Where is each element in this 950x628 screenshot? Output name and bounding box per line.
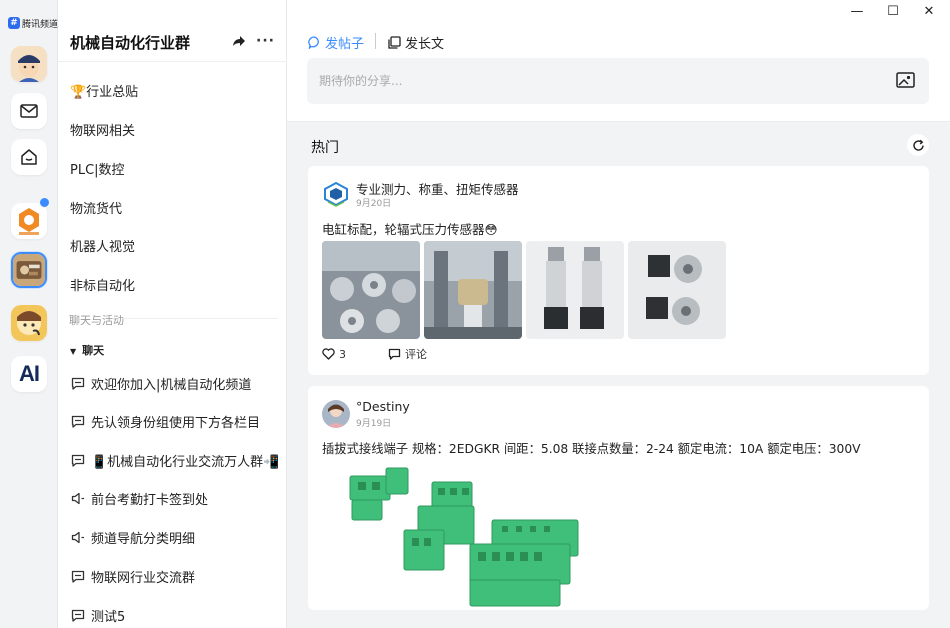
composer-input-box[interactable] [307,58,929,104]
heart-icon [322,348,335,360]
post-date: 9月19日 [356,419,392,429]
unread-dot [39,197,50,208]
section-label: 聊天与活动 [69,314,124,327]
close-icon[interactable]: ✕ [922,5,936,19]
guild-orange-icon [11,203,47,239]
post-card[interactable]: 专业测力、称重、扭矩传感器 9月20日 电缸标配，轮辐式压力传感器😳 3 评论 [308,166,929,375]
chat-label: 前台考勤打卡签到处 [91,493,209,508]
sidebar-chat-item[interactable]: 先认领身份组使用下方各栏目 [71,412,260,431]
post-date: 9月20日 [356,199,392,209]
post-composer: — ☐ ✕ 发帖子 发长文 [287,0,950,122]
caret-down-icon: ▼ [70,347,77,356]
sidebar-chat-item[interactable]: 物联网行业交流群 [71,567,195,586]
chat-icon [71,377,85,390]
guild-ai[interactable]: AI [11,356,47,392]
sidebar-chat-item[interactable]: 📱机械自动化行业交流万人群📲 [71,451,279,470]
guild-game-icon [11,305,47,341]
chat-label: 测试5 [91,610,126,625]
tab-divider [375,33,376,49]
post-image[interactable] [322,460,582,610]
sidebar-chat-item[interactable]: 频道导航分类明细 [71,528,195,547]
chat-group-toggle[interactable]: ▼ 聊天 [70,342,104,358]
post-bubble-icon [308,36,319,49]
chat-group-label: 聊天 [82,344,105,357]
guild-orange[interactable] [11,203,47,239]
sidebar-item-nonstandard[interactable]: 非标自动化 [70,275,135,294]
post-image[interactable] [322,241,420,339]
home-button[interactable] [11,139,47,175]
window-controls: — ☐ ✕ [850,5,936,19]
image-upload-icon[interactable] [896,72,915,88]
chat-icon [71,609,85,622]
share-icon[interactable] [232,35,246,47]
mail-button[interactable] [11,93,47,129]
like-count: 3 [339,347,346,361]
speaker-icon [71,531,84,544]
app-brand: # 腾讯频道 [8,16,58,30]
author-avatar[interactable] [322,400,350,428]
post-actions: 3 评论 [322,346,427,362]
tab-post[interactable]: 发帖子 [308,33,364,52]
sidebar-item-vision[interactable]: 机器人视觉 [70,236,135,255]
sidebar-item-plc[interactable]: PLC|数控 [70,159,125,178]
sidebar-chat-item[interactable]: 测试5 [71,606,125,625]
comment-icon [388,348,401,360]
hot-section-title: 热门 [311,140,339,156]
comment-button[interactable]: 评论 [388,346,427,362]
post-card[interactable]: °Destiny 9月19日 插拔式接线端子 规格：2EDGKR 间距：5.08… [308,386,929,610]
sidebar-header: 机械自动化行业群 ··· [58,0,287,62]
home-icon [21,149,37,165]
chat-icon [71,454,85,467]
post-author[interactable]: °Destiny [356,399,410,414]
chat-icon [71,570,85,583]
main-panel: — ☐ ✕ 发帖子 发长文 热门 专业测力、称重、扭矩传感器 9月20日 电缸标… [287,0,950,628]
sidebar-chat-item[interactable]: 前台考勤打卡签到处 [71,489,208,508]
user-avatar[interactable] [11,46,47,82]
guild-title: 机械自动化行业群 [70,34,191,52]
more-icon[interactable]: ··· [256,33,275,49]
tab-article[interactable]: 发长文 [388,33,444,52]
brand-name: 腾讯频道 [22,19,59,30]
post-image[interactable] [628,241,726,339]
refresh-button[interactable] [907,134,929,156]
channel-sidebar: 机械自动化行业群 ··· 🏆行业总贴 物联网相关 PLC|数控 物流货代 机器人… [58,0,287,628]
author-avatar[interactable] [322,180,350,208]
post-text: 插拔式接线端子 规格：2EDGKR 间距：5.08 联接点数量：2-24 额定电… [322,442,861,456]
chat-label: 先认领身份组使用下方各栏目 [91,416,261,431]
chat-label: 物联网行业交流群 [91,571,196,586]
tab-post-label: 发帖子 [325,37,365,52]
tab-article-label: 发长文 [405,37,445,52]
chat-label: 📱机械自动化行业交流万人群📲 [91,455,280,470]
article-icon [388,36,401,49]
brand-logo-icon: # [8,17,20,29]
chat-label: 欢迎你加入|机械自动化频道 [91,378,252,393]
comment-label: 评论 [405,348,427,361]
refresh-icon [912,139,924,151]
sidebar-item-iot[interactable]: 物联网相关 [70,120,135,139]
post-input[interactable] [307,58,867,104]
app-rail: # 腾讯频道 AI [0,0,58,628]
minimize-icon[interactable]: — [850,5,864,19]
guild-machine[interactable] [11,252,47,288]
guild-game[interactable] [11,305,47,341]
guild-machine-icon [13,254,45,286]
speaker-icon [71,492,84,505]
mail-icon [20,104,38,118]
maximize-icon[interactable]: ☐ [886,5,900,19]
chat-label: 频道导航分类明细 [91,532,196,547]
guild-ai-label: AI [19,361,40,386]
sidebar-item-logistics[interactable]: 物流货代 [70,198,122,217]
sidebar-chat-item[interactable]: 欢迎你加入|机械自动化频道 [71,374,251,393]
post-text: 电缸标配，轮辐式压力传感器😳 [322,222,498,237]
sidebar-item-industry[interactable]: 🏆行业总贴 [70,81,138,100]
section-divider [122,318,278,319]
post-image[interactable] [526,241,624,339]
like-button[interactable]: 3 [322,348,346,361]
post-image[interactable] [424,241,522,339]
chat-icon [71,415,85,428]
